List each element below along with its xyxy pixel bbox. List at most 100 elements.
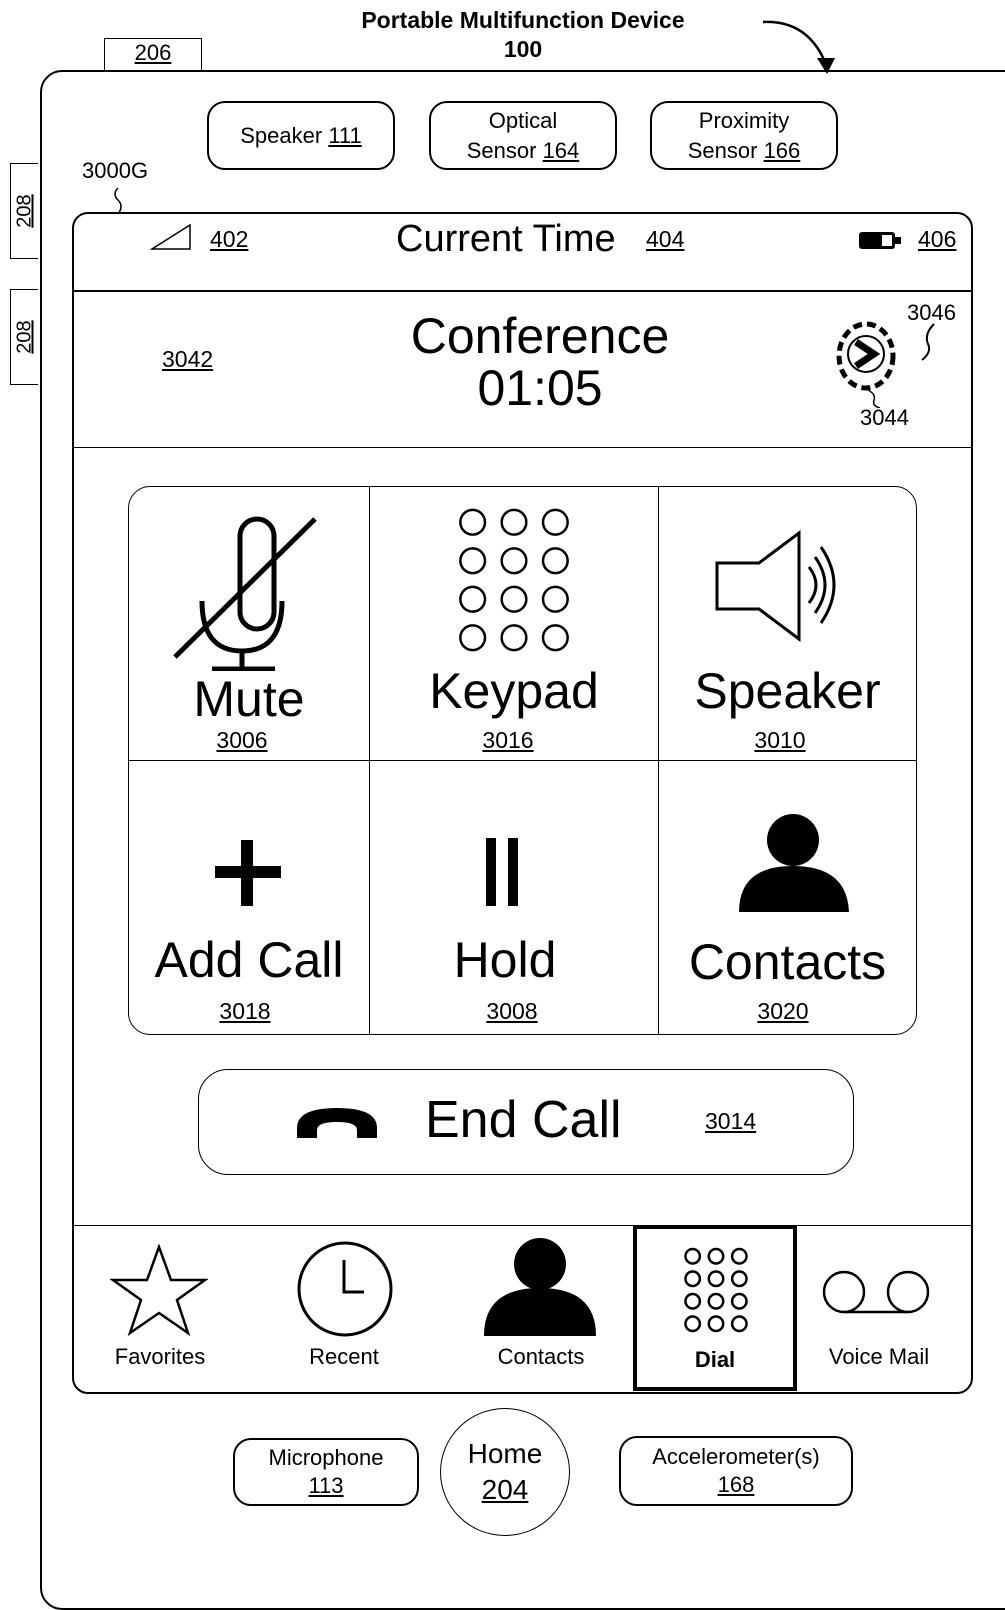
tab-bar-divider — [72, 1225, 973, 1226]
add-call-button[interactable]: Add Call 3018 — [129, 762, 369, 1034]
header-area-ref: 3042 — [162, 346, 214, 372]
figure-title: Portable Multifunction Device 100 — [280, 6, 766, 64]
speaker-hw-ref: 111 — [328, 122, 362, 148]
microphone-ref: 113 — [308, 1473, 344, 1498]
keypad-dot — [459, 624, 487, 652]
battery-icon — [859, 232, 901, 249]
leader-line-icon — [921, 323, 935, 361]
conference-details-button[interactable] — [832, 316, 902, 396]
plus-icon — [215, 840, 281, 906]
home-button[interactable]: Home 204 — [440, 1408, 570, 1536]
keypad-dot — [684, 1315, 702, 1333]
side-button[interactable]: 208 — [10, 163, 38, 259]
tab-voicemail[interactable]: Voice Mail — [810, 1236, 950, 1376]
side-button-ref: 208 — [13, 194, 35, 228]
hold-button[interactable]: Hold 3008 — [370, 762, 658, 1034]
end-call-ref: 3014 — [705, 1108, 757, 1134]
keypad-dot — [541, 585, 569, 613]
keypad-dot — [541, 547, 569, 575]
current-time: Current Time — [396, 218, 616, 260]
home-ref: 204 — [481, 1474, 529, 1505]
side-button[interactable]: 208 — [10, 289, 38, 385]
tab-recent-label: Recent — [309, 1344, 379, 1369]
optical-sensor-hardware: Optical Sensor 164 — [429, 101, 617, 170]
optical-label: Optical — [488, 107, 558, 133]
end-call-label: End Call — [425, 1091, 622, 1149]
person-icon — [739, 814, 849, 912]
tab-dial-label: Dial — [694, 1347, 736, 1372]
end-call-button[interactable]: End Call 3014 — [198, 1069, 854, 1175]
proximity-ref: 166 — [763, 137, 801, 163]
keypad-dot — [459, 547, 487, 575]
keypad-dot — [707, 1292, 725, 1310]
keypad-icon — [684, 1247, 748, 1333]
side-button-ref: 208 — [13, 320, 35, 354]
keypad-button[interactable]: Keypad 3016 — [370, 487, 658, 759]
proximity-sensor-hardware: Proximity Sensor 166 — [650, 101, 838, 170]
tab-206: 206 — [104, 38, 202, 71]
screen-ref: 3000G — [82, 158, 149, 183]
pause-icon — [486, 838, 518, 906]
keypad-dot — [500, 585, 528, 613]
header-divider — [72, 447, 973, 448]
keypad-dot — [541, 508, 569, 536]
keypad-dot — [707, 1247, 725, 1265]
speaker-hardware: Speaker 111 — [207, 101, 395, 170]
star-icon — [110, 1244, 208, 1336]
keypad-dot — [459, 508, 487, 536]
microphone-label: Microphone — [268, 1445, 384, 1470]
contacts-label: Contacts — [688, 934, 887, 990]
accelerometer-label: Accelerometer(s) — [652, 1444, 820, 1469]
keypad-label: Keypad — [429, 663, 599, 719]
hold-ref: 3008 — [486, 998, 538, 1024]
tab-favorites-label: Favorites — [114, 1344, 206, 1369]
mute-button[interactable]: Mute 3006 — [129, 487, 369, 759]
status-divider — [72, 290, 973, 292]
tab-dial[interactable]: Dial — [633, 1225, 797, 1391]
keypad-dot — [500, 624, 528, 652]
grid-divider — [128, 760, 917, 761]
tab-contacts-label: Contacts — [497, 1344, 585, 1369]
speaker-button[interactable]: Speaker 3010 — [659, 487, 916, 759]
keypad-dot — [500, 508, 528, 536]
keypad-dot — [730, 1292, 748, 1310]
call-title: Conference — [410, 308, 670, 364]
voicemail-icon — [822, 1270, 930, 1314]
signal-icon — [150, 223, 191, 250]
device-ref: 100 — [503, 36, 543, 62]
keypad-dot — [730, 1247, 748, 1265]
chevron-right-icon — [854, 339, 881, 369]
phone-hangup-icon — [297, 1108, 377, 1138]
home-label: Home — [467, 1438, 543, 1469]
tab-voicemail-label: Voice Mail — [828, 1344, 930, 1369]
add-call-ref: 3018 — [219, 998, 271, 1024]
region-ref: 3044 — [860, 405, 909, 430]
add-call-label: Add Call — [154, 932, 344, 988]
tab-206-ref: 206 — [134, 40, 172, 65]
speaker-ref: 3010 — [754, 727, 806, 753]
tab-contacts[interactable]: Contacts — [470, 1236, 612, 1376]
tab-favorites[interactable]: Favorites — [100, 1236, 220, 1376]
contacts-button[interactable]: Contacts 3020 — [659, 762, 916, 1034]
call-info: Conference 01:05 — [340, 310, 740, 414]
hold-label: Hold — [453, 932, 557, 988]
keypad-dot — [684, 1292, 702, 1310]
figure-title-text: Portable Multifunction Device — [361, 7, 685, 33]
accelerometer-hardware: Accelerometer(s) 168 — [619, 1436, 853, 1506]
tab-recent[interactable]: Recent — [288, 1236, 400, 1376]
clock-icon — [297, 1241, 393, 1337]
battery-ref: 406 — [918, 226, 957, 252]
keypad-icon — [459, 508, 569, 652]
mute-ref: 3006 — [216, 727, 268, 753]
optical-label2: Sensor — [466, 137, 537, 163]
proximity-label: Proximity — [698, 107, 790, 133]
keypad-dot — [707, 1270, 725, 1288]
keypad-dot — [459, 585, 487, 613]
speaker-icon — [715, 530, 836, 642]
keypad-ref: 3016 — [482, 727, 534, 753]
contacts-ref: 3020 — [757, 998, 809, 1024]
call-duration: 01:05 — [477, 360, 603, 416]
microphone-off-icon — [173, 516, 317, 671]
signal-ref: 402 — [210, 226, 249, 252]
keypad-dot — [730, 1270, 748, 1288]
